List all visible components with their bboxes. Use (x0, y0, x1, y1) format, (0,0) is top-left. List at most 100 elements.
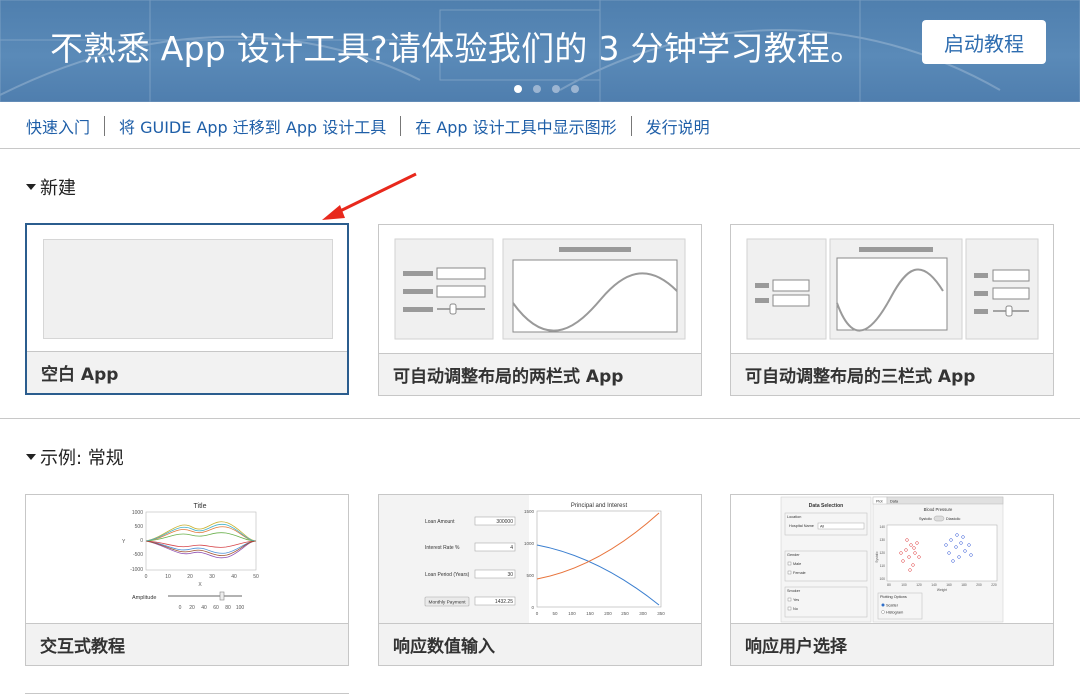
example-label: 响应用户选择 (731, 623, 1053, 665)
link-getting-started[interactable]: 快速入门 (26, 114, 90, 138)
link-release-notes[interactable]: 发行说明 (646, 114, 710, 138)
slider-tick: 60 (213, 605, 219, 611)
tutorial-banner: 不熟悉 App 设计工具?请体验我们的 3 分钟学习教程。 启动教程 (0, 0, 1080, 102)
tab-data: Data (890, 500, 899, 504)
template-thumbnail (27, 225, 347, 354)
template-label: 可自动调整布局的三栏式 App (731, 353, 1053, 395)
group-label: Smoker (787, 589, 801, 593)
template-card-blank-app[interactable]: 空白 App (25, 223, 349, 395)
link-separator (400, 116, 402, 136)
x-tick: 220 (991, 583, 997, 587)
checkbox-label: Male (793, 562, 801, 566)
group-label: Location (787, 515, 801, 519)
tab-plot: Plot (876, 500, 883, 504)
x-tick: 120 (916, 583, 922, 587)
slider-label: Amplitude (132, 595, 156, 601)
template-card-two-panel-app[interactable]: 可自动调整布局的两栏式 App (378, 224, 702, 396)
y-tick: 500 (135, 524, 144, 530)
template-label: 可自动调整布局的两栏式 App (379, 353, 701, 395)
x-tick: 0 (145, 574, 148, 580)
x-tick: 80 (887, 583, 891, 587)
carousel-dots (514, 85, 579, 93)
field-value: 4 (510, 545, 513, 551)
x-tick: 160 (946, 583, 952, 587)
numeric-input-preview: Loan Amount Interest Rate % Loan Period … (379, 495, 665, 624)
example-card-numeric-input[interactable]: Loan Amount Interest Rate % Loan Period … (378, 494, 702, 666)
x-tick: 50 (552, 611, 558, 616)
banner-title: 不熟悉 App 设计工具?请体验我们的 3 分钟学习教程。 (50, 29, 864, 68)
x-tick: 10 (165, 574, 171, 580)
carousel-dot[interactable] (533, 85, 541, 93)
section-title: 新建 (40, 178, 76, 199)
toggle-right: Diastolic (946, 517, 960, 521)
x-tick: 180 (961, 583, 967, 587)
slider-tick: 20 (189, 605, 195, 611)
section-header-new[interactable]: 新建 (26, 174, 76, 200)
carousel-dot[interactable] (571, 85, 579, 93)
radio-label: Scatter (886, 604, 899, 608)
monthly-payment-button-label: Monthly Payment (428, 600, 466, 606)
field-value: 300000 (496, 519, 513, 525)
example-label: 响应数值输入 (379, 623, 701, 665)
example-thumbnail: Data Selection Location Hospital Name Al… (731, 495, 1053, 624)
checkbox-label: No (793, 607, 798, 611)
x-tick: 200 (976, 583, 982, 587)
slider-tick: 0 (179, 605, 182, 611)
example-card-user-selection[interactable]: Data Selection Location Hospital Name Al… (730, 494, 1054, 666)
x-tick: 350 (657, 611, 665, 616)
template-label: 空白 App (27, 351, 347, 393)
slider-tick: 80 (225, 605, 231, 611)
carousel-dot[interactable] (552, 85, 560, 93)
x-tick: 100 (901, 583, 907, 587)
field-label: Loan Amount (425, 519, 455, 525)
divider (0, 148, 1080, 149)
y-tick: 100 (879, 577, 885, 581)
y-tick: 120 (879, 551, 885, 555)
x-tick: 100 (568, 611, 576, 616)
x-tick: 0 (536, 611, 539, 616)
link-display-graphics[interactable]: 在 App 设计工具中显示图形 (415, 114, 616, 138)
template-card-three-panel-app[interactable]: 可自动调整布局的三栏式 App (730, 224, 1054, 396)
slider-tick: 100 (236, 605, 245, 611)
y-tick: 110 (880, 564, 885, 568)
checkbox-label: Female (793, 571, 806, 575)
example-card-interactive-tutorial[interactable]: Title 1000 500 0 -500 -1000 Y 0 10 20 30… (25, 494, 349, 666)
x-tick: 140 (931, 583, 937, 587)
three-panel-preview (746, 238, 1039, 340)
y-tick: 140 (879, 525, 885, 529)
y-tick: 1000 (524, 541, 535, 546)
group-label: Gender (787, 553, 800, 557)
dropdown-value: All (820, 525, 824, 529)
panel-title: Data Selection (809, 503, 843, 509)
x-tick: 150 (586, 611, 594, 616)
field-label: Hospital Name (789, 524, 814, 528)
y-tick: 500 (526, 573, 534, 578)
y-tick: 1500 (524, 509, 535, 514)
x-tick: 300 (639, 611, 647, 616)
link-migrate-guide[interactable]: 将 GUIDE App 迁移到 App 设计工具 (119, 114, 386, 138)
radio-label: Histogram (886, 611, 903, 615)
link-separator (630, 116, 632, 136)
divider (0, 418, 1080, 419)
example-label: 交互式教程 (26, 623, 348, 665)
quick-links-bar: 快速入门 将 GUIDE App 迁移到 App 设计工具 在 App 设计工具… (26, 114, 710, 138)
x-tick: 20 (187, 574, 193, 580)
y-tick: 1000 (132, 510, 143, 516)
y-tick: -1000 (130, 567, 143, 573)
template-thumbnail (379, 225, 701, 354)
field-label: Interest Rate % (425, 545, 460, 551)
x-label: Weight (937, 588, 947, 592)
interactive-tutorial-preview: Title 1000 500 0 -500 -1000 Y 0 10 20 30… (122, 503, 259, 611)
carousel-dot[interactable] (514, 85, 522, 93)
chart-title: Principal and Interest (571, 503, 628, 509)
x-label: X (198, 582, 202, 588)
two-panel-preview (394, 238, 686, 340)
template-thumbnail (731, 225, 1053, 354)
y-label: Y (122, 539, 126, 545)
start-tutorial-button[interactable]: 启动教程 (922, 20, 1046, 64)
x-tick: 30 (209, 574, 215, 580)
section-header-examples[interactable]: 示例: 常规 (26, 444, 124, 470)
example-thumbnail: Title 1000 500 0 -500 -1000 Y 0 10 20 30… (26, 495, 348, 624)
x-tick: 250 (621, 611, 629, 616)
chart-title: Blood Pressure (924, 507, 953, 512)
